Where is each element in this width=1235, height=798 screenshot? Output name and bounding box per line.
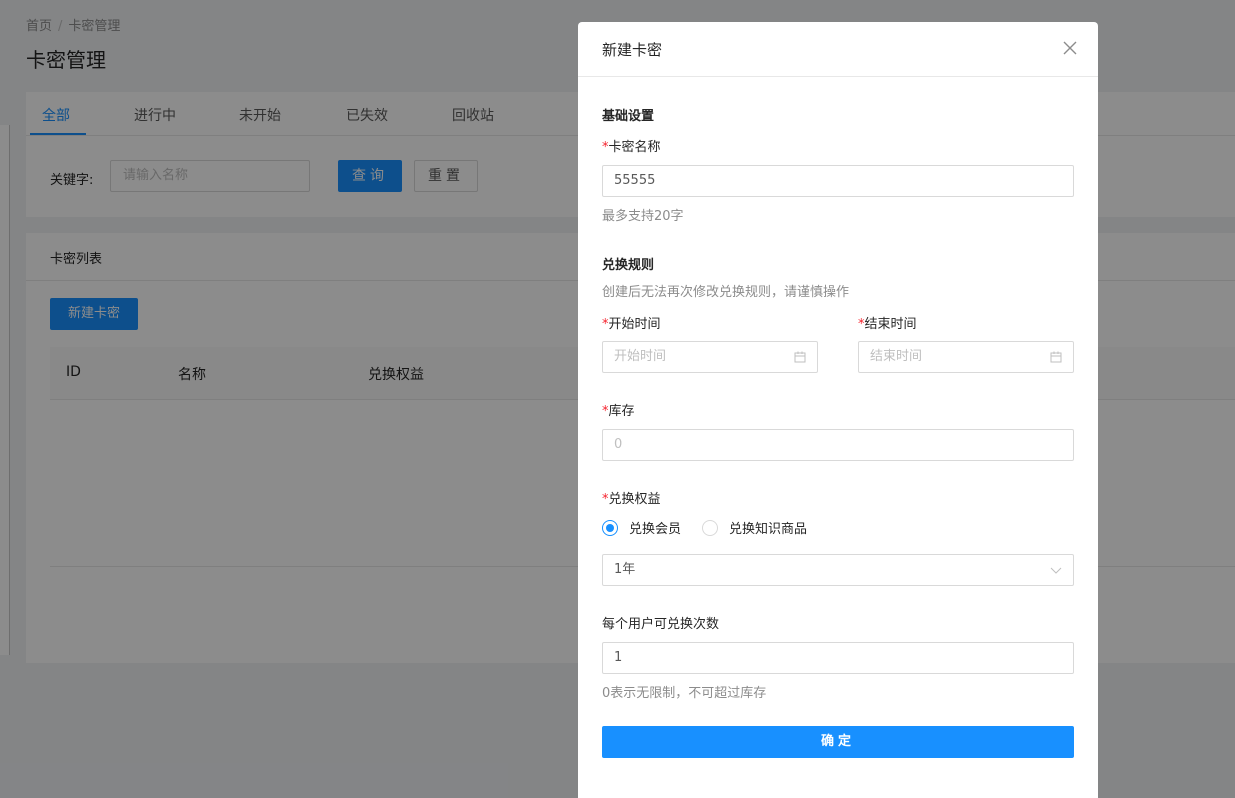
- membership-duration-value: 1年: [614, 562, 636, 577]
- start-time-placeholder: 开始时间: [614, 349, 667, 364]
- close-icon[interactable]: [1059, 37, 1081, 59]
- modal-title: 新建卡密: [602, 41, 663, 59]
- radio-knowledge-product[interactable]: [702, 520, 718, 536]
- per-user-input[interactable]: 1: [602, 642, 1074, 674]
- per-user-hint: 0表示无限制，不可超过库存: [602, 686, 767, 701]
- calendar-icon: [1050, 342, 1062, 375]
- stock-input[interactable]: 0: [602, 429, 1074, 461]
- radio-membership-label[interactable]: 兑换会员: [629, 518, 681, 537]
- card-name-input[interactable]: 55555: [602, 165, 1074, 197]
- rules-section-title: 兑换规则: [602, 258, 655, 273]
- per-user-label: 每个用户可兑换次数: [602, 617, 720, 632]
- end-time-placeholder: 结束时间: [870, 349, 923, 364]
- card-name-hint: 最多支持20字: [602, 209, 684, 224]
- stock-label: *库存: [602, 404, 635, 419]
- chevron-down-icon: [1050, 555, 1062, 588]
- modal-header: 新建卡密: [578, 22, 1098, 77]
- end-time-picker[interactable]: 结束时间: [858, 341, 1074, 373]
- calendar-icon: [794, 342, 806, 375]
- confirm-button[interactable]: 确定: [602, 726, 1074, 758]
- benefit-label: *兑换权益: [602, 492, 661, 507]
- end-time-label: *结束时间: [858, 317, 917, 332]
- rules-section-hint: 创建后无法再次修改兑换规则，请谨慎操作: [602, 285, 850, 300]
- card-name-label: *卡密名称: [602, 140, 661, 155]
- membership-duration-select[interactable]: 1年: [602, 554, 1074, 586]
- start-time-label: *开始时间: [602, 317, 661, 332]
- radio-knowledge-product-label[interactable]: 兑换知识商品: [729, 518, 807, 537]
- new-card-modal: 新建卡密 基础设置 *卡密名称 55555 最多支持20字 兑换规则 创建后无法…: [578, 22, 1098, 798]
- radio-membership[interactable]: [602, 520, 618, 536]
- basic-section-title: 基础设置: [602, 109, 655, 124]
- start-time-picker[interactable]: 开始时间: [602, 341, 818, 373]
